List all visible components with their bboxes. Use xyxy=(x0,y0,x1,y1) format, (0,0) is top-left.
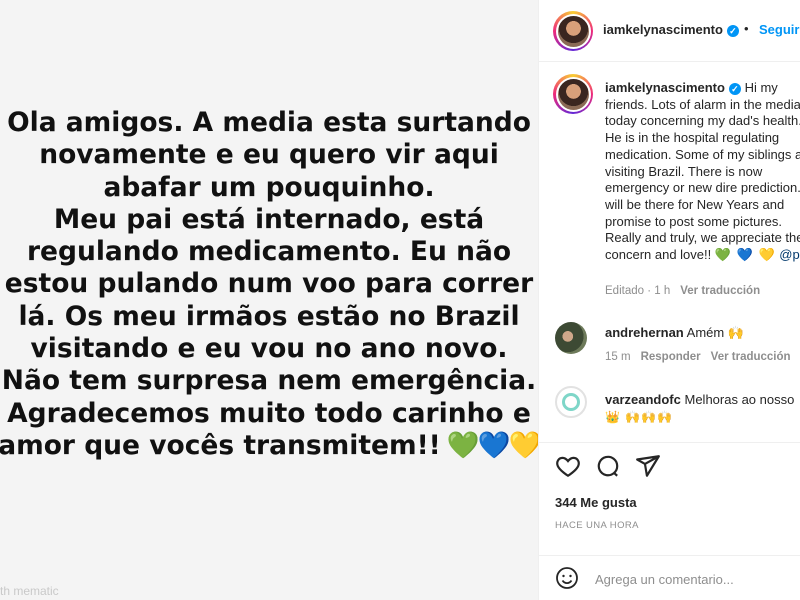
verified-icon: ✓ xyxy=(728,82,741,95)
comment-body: Melhoras ao nosso xyxy=(684,392,795,407)
caption-avatar[interactable] xyxy=(553,74,593,114)
comment-body: Amém xyxy=(686,325,725,340)
separator-dot: • xyxy=(744,21,749,36)
caption-username[interactable]: iamkelynascimento ✓ xyxy=(605,80,741,95)
comment-username[interactable]: varzeandofc xyxy=(605,392,681,407)
comment-meta: 15 m Responder Ver traducción xyxy=(605,351,791,363)
caption-text: iamkelynascimento ✓ Hi my friends. Lots o… xyxy=(605,80,800,263)
comment-input[interactable] xyxy=(595,569,795,589)
post-image[interactable]: Ola amigos. A media esta surtando novame… xyxy=(0,0,538,600)
story-text: Ola amigos. A media esta surtando novame… xyxy=(0,107,538,461)
add-comment-bar xyxy=(539,555,800,600)
translate-link[interactable]: Ver traducción xyxy=(680,285,760,297)
emoji-icon[interactable] xyxy=(555,566,579,590)
comment-username[interactable]: andrehernan xyxy=(605,325,684,340)
comment-avatar[interactable] xyxy=(555,386,587,418)
translate-link[interactable]: Ver traducción xyxy=(711,351,791,363)
avatar[interactable] xyxy=(553,11,593,51)
verified-icon: ✓ xyxy=(726,24,739,37)
comments-section: iamkelynascimento ✓ Hi my friends. Lots o… xyxy=(539,62,800,442)
caption-hearts: 💚 💙 💛 xyxy=(714,247,776,263)
header-username[interactable]: iamkelynascimento ✓ xyxy=(603,22,739,37)
reply-link[interactable]: Responder xyxy=(641,351,701,363)
comment-avatar[interactable] xyxy=(555,322,587,354)
post-header: iamkelynascimento ✓ • Seguir xyxy=(539,0,800,62)
actions-bar: 344 Me gusta HACE UNA HORA xyxy=(539,442,800,600)
watermark: th mematic xyxy=(0,584,59,598)
heart-icon[interactable] xyxy=(555,453,581,479)
post-timestamp: HACE UNA HORA xyxy=(555,520,639,531)
comment-item: varzeandofc Melhoras ao nosso xyxy=(605,392,794,407)
comment-item: andrehernan Amém 🙌 xyxy=(605,325,744,341)
share-icon[interactable] xyxy=(635,453,661,479)
story-hearts: 💚💙💛 xyxy=(446,429,538,461)
comment-icon[interactable] xyxy=(595,453,621,479)
follow-button[interactable]: Seguir xyxy=(759,22,799,37)
clap-emoji: 🙌 xyxy=(727,325,745,340)
comment-emoji: 👑 🙌🙌🙌 xyxy=(605,410,674,424)
caption-meta: Editado · 1 h Ver traducción xyxy=(605,285,761,297)
likes-count[interactable]: 344 Me gusta xyxy=(555,495,637,510)
mention-link[interactable]: @p xyxy=(779,247,799,262)
post-side-panel: iamkelynascimento ✓ • Seguir iamkelynasci… xyxy=(538,0,800,600)
